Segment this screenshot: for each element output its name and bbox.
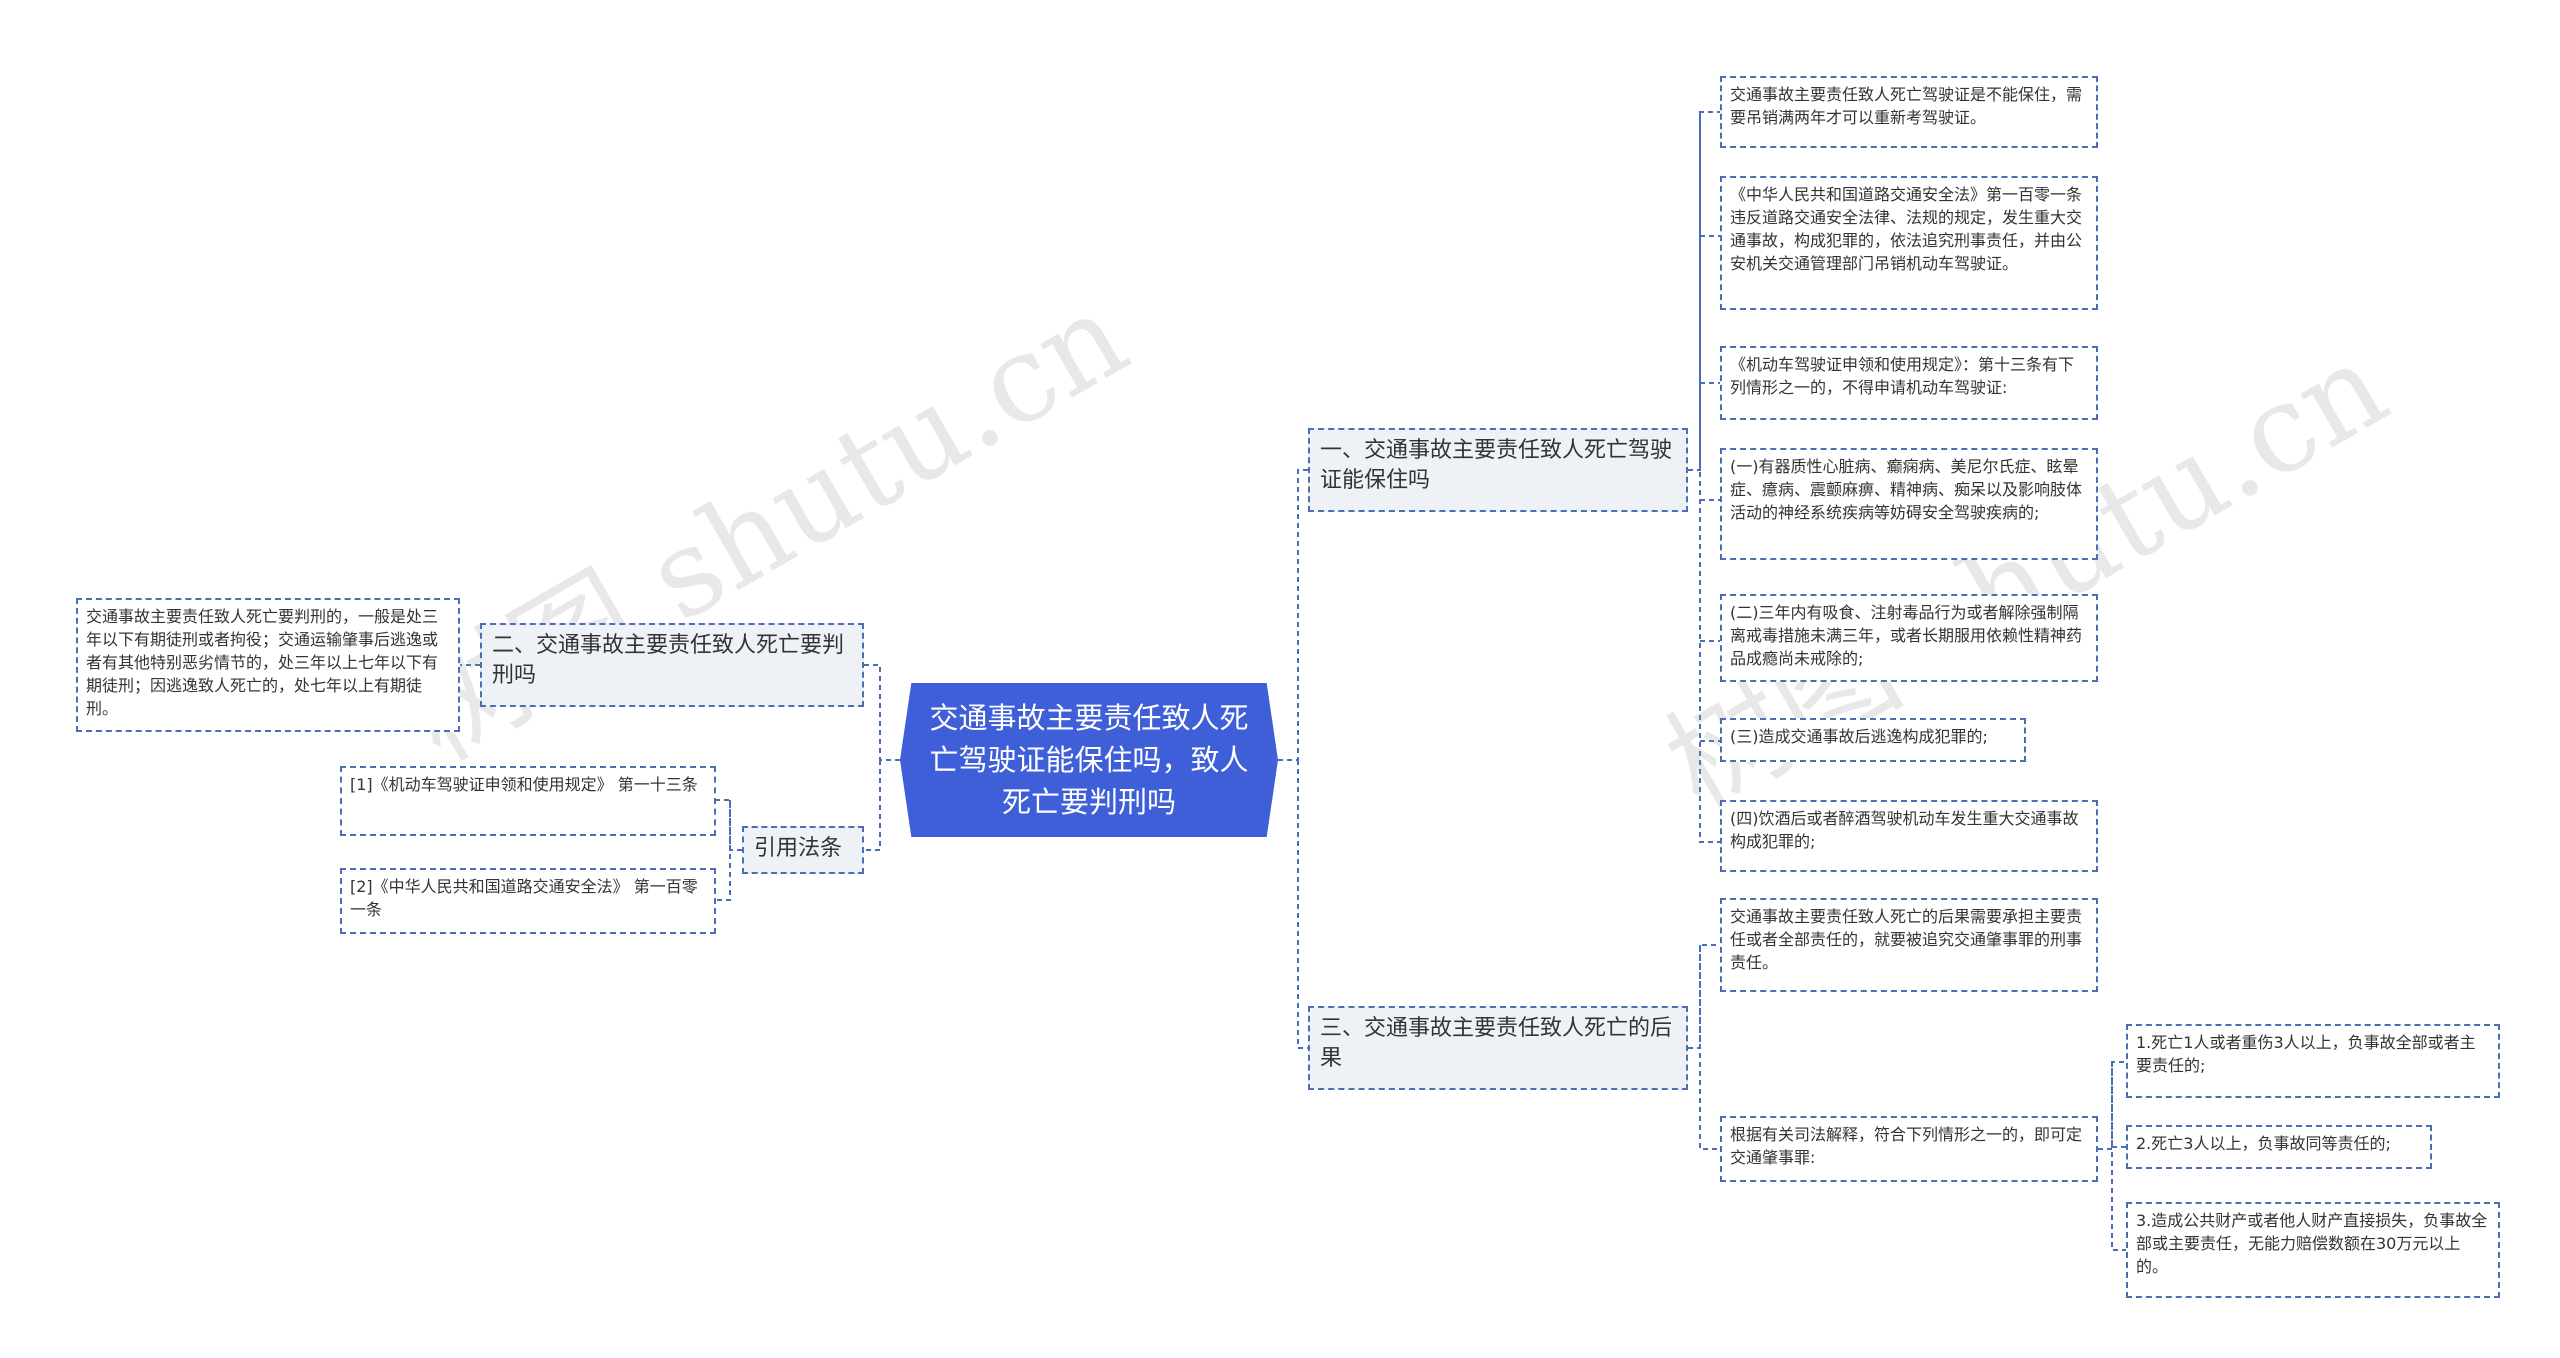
- b3-child-1-text: 交通事故主要责任致人死亡的后果需要承担主要责任或者全部责任的，就要被追究交通肇事…: [1730, 907, 2083, 972]
- b1-child-3[interactable]: 《机动车驾驶证申领和使用规定》：第十三条有下列情形之一的，不得申请机动车驾驶证:: [1720, 346, 2098, 420]
- root-title: 交通事故主要责任致人死亡驾驶证能保住吗，致人死亡要判刑吗: [929, 701, 1249, 819]
- branch-b1-label: 一、交通事故主要责任致人死亡驾驶证能保住吗: [1320, 438, 1673, 493]
- b1-child-4[interactable]: (一)有器质性心脏病、癫痫病、美尼尔氏症、眩晕症、癔病、震颤麻痹、精神病、痴呆以…: [1720, 448, 2098, 560]
- connector-b1-children: [1688, 111, 1720, 843]
- branch-refs[interactable]: 引用法条: [742, 826, 864, 874]
- root-node[interactable]: 交通事故主要责任致人死亡驾驶证能保住吗，致人死亡要判刑吗: [900, 683, 1278, 837]
- b1-child-2-text: 《中华人民共和国道路交通安全法》第一百零一条 违反道路交通安全法律、法规的规定，…: [1730, 185, 2083, 273]
- b1-child-3-text: 《机动车驾驶证申领和使用规定》：第十三条有下列情形之一的，不得申请机动车驾驶证:: [1730, 355, 2075, 397]
- connector-b3-sub: [2098, 1061, 2126, 1251]
- branch-b2-label: 二、交通事故主要责任致人死亡要判刑吗: [492, 633, 845, 688]
- b2-child-1[interactable]: 交通事故主要责任致人死亡要判刑的，一般是处三年以下有期徒刑或者拘役；交通运输肇事…: [76, 598, 460, 732]
- b1-child-7[interactable]: (四)饮酒后或者醉酒驾驶机动车发生重大交通事故构成犯罪的;: [1720, 800, 2098, 872]
- b3-child-1[interactable]: 交通事故主要责任致人死亡的后果需要承担主要责任或者全部责任的，就要被追究交通肇事…: [1720, 898, 2098, 992]
- b3-sub-child-2[interactable]: 2.死亡3人以上，负事故同等责任的;: [2126, 1125, 2432, 1169]
- b3-sub-child-1[interactable]: 1.死亡1人或者重伤3人以上，负事故全部或者主要责任的;: [2126, 1024, 2500, 1098]
- b1-child-5[interactable]: (二)三年内有吸食、注射毒品行为或者解除强制隔离戒毒措施未满三年，或者长期服用依…: [1720, 594, 2098, 682]
- connector-root-refs: [864, 760, 881, 851]
- connector-b3-children: [1688, 944, 1720, 1150]
- b3-sub-child-1-text: 1.死亡1人或者重伤3人以上，负事故全部或者主要责任的;: [2136, 1033, 2476, 1075]
- b1-child-1-text: 交通事故主要责任致人死亡驾驶证是不能保住，需要吊销满两年才可以重新考驾驶证。: [1730, 85, 2083, 127]
- b1-child-4-text: (一)有器质性心脏病、癫痫病、美尼尔氏症、眩晕症、癔病、震颤麻痹、精神病、痴呆以…: [1730, 457, 2083, 522]
- branch-b3[interactable]: 三、交通事故主要责任致人死亡的后果: [1308, 1006, 1688, 1090]
- branch-b1[interactable]: 一、交通事故主要责任致人死亡驾驶证能保住吗: [1308, 428, 1688, 512]
- b1-child-2[interactable]: 《中华人民共和国道路交通安全法》第一百零一条 违反道路交通安全法律、法规的规定，…: [1720, 176, 2098, 310]
- branch-refs-label: 引用法条: [754, 836, 843, 861]
- connector-refs-children: [716, 799, 742, 901]
- b3-sub-child-2-text: 2.死亡3人以上，负事故同等责任的;: [2136, 1134, 2391, 1153]
- refs-child-2[interactable]: [2]《中华人民共和国道路交通安全法》 第一百零一条: [340, 868, 716, 934]
- b3-child-2-text: 根据有关司法解释，符合下列情形之一的，即可定交通肇事罪:: [1730, 1125, 2083, 1167]
- b1-child-5-text: (二)三年内有吸食、注射毒品行为或者解除强制隔离戒毒措施未满三年，或者长期服用依…: [1730, 603, 2083, 668]
- b1-child-1[interactable]: 交通事故主要责任致人死亡驾驶证是不能保住，需要吊销满两年才可以重新考驾驶证。: [1720, 76, 2098, 148]
- branch-b2[interactable]: 二、交通事故主要责任致人死亡要判刑吗: [480, 623, 864, 707]
- b1-child-6-text: (三)造成交通事故后逃逸构成犯罪的;: [1730, 727, 1988, 746]
- b1-child-7-text: (四)饮酒后或者醉酒驾驶机动车发生重大交通事故构成犯罪的;: [1730, 809, 2079, 851]
- b3-sub-child-3-text: 3.造成公共财产或者他人财产直接损失，负事故全部或主要责任，无能力赔偿数额在30…: [2136, 1211, 2488, 1276]
- mind-map-canvas: 树图 shutu.cn 树图 shutu.cn 交通事故主要责任致人死亡驾驶证能…: [0, 0, 2560, 1358]
- b3-sub-child-3[interactable]: 3.造成公共财产或者他人财产直接损失，负事故全部或主要责任，无能力赔偿数额在30…: [2126, 1202, 2500, 1298]
- branch-b3-label: 三、交通事故主要责任致人死亡的后果: [1320, 1016, 1673, 1071]
- b3-child-2[interactable]: 根据有关司法解释，符合下列情形之一的，即可定交通肇事罪:: [1720, 1116, 2098, 1182]
- b2-child-1-text: 交通事故主要责任致人死亡要判刑的，一般是处三年以下有期徒刑或者拘役；交通运输肇事…: [86, 607, 439, 718]
- b1-child-6[interactable]: (三)造成交通事故后逃逸构成犯罪的;: [1720, 718, 2026, 762]
- connector-root-b2: [864, 664, 900, 761]
- refs-child-1[interactable]: [1]《机动车驾驶证申领和使用规定》 第一十三条: [340, 766, 716, 836]
- refs-child-2-text: [2]《中华人民共和国道路交通安全法》 第一百零一条: [350, 877, 698, 919]
- refs-child-1-text: [1]《机动车驾驶证申领和使用规定》 第一十三条: [350, 775, 698, 794]
- connector-root-b3: [1297, 760, 1308, 1049]
- connector-root-b1: [1278, 469, 1308, 761]
